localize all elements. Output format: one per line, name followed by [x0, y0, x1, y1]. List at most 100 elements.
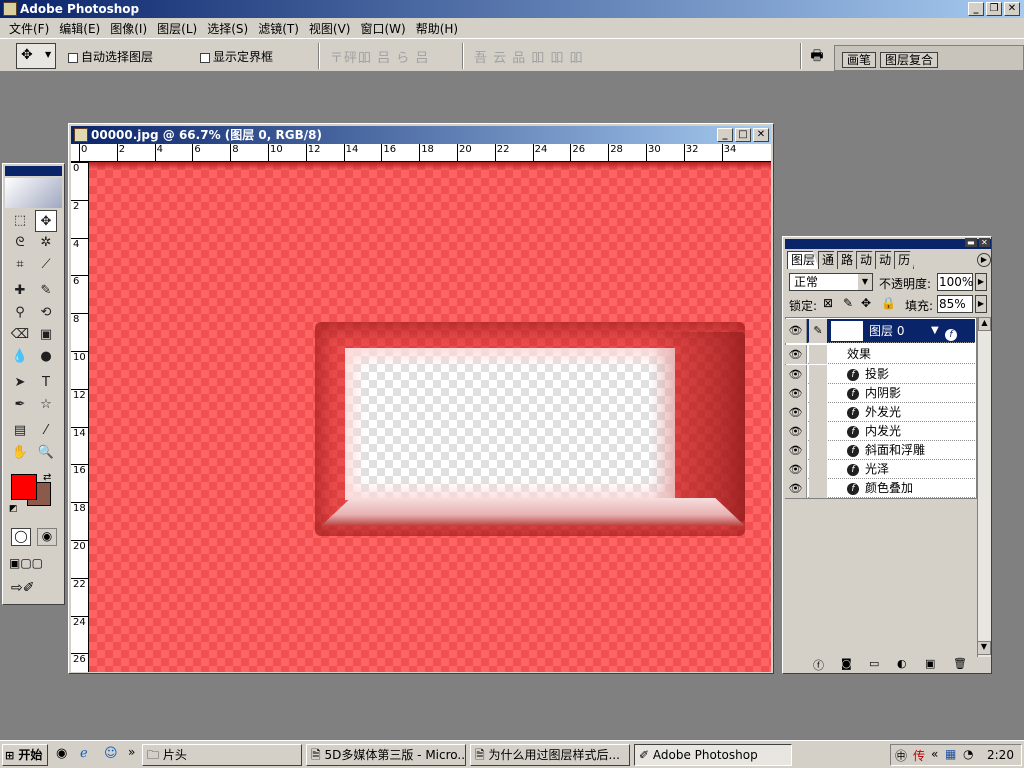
- menu-help[interactable]: 帮助(H): [411, 20, 463, 37]
- visibility-eye-icon[interactable]: 👁: [785, 479, 807, 498]
- shape-tool-icon[interactable]: ☆: [35, 394, 57, 416]
- menu-filter[interactable]: 滤镜(T): [253, 20, 304, 37]
- distribute-buttons[interactable]: 吾 云 品 吅 吅 吅: [474, 47, 584, 66]
- taskbar-button-photoshop[interactable]: ✐ Adobe Photoshop: [634, 744, 792, 766]
- close-button[interactable]: ✕: [1004, 2, 1020, 16]
- opacity-arrow-icon[interactable]: ▶: [975, 273, 987, 291]
- effect-row[interactable]: 👁 f 外发光: [785, 403, 975, 422]
- scroll-down-icon[interactable]: ▼: [977, 641, 991, 655]
- tab-history[interactable]: 动: [856, 251, 877, 269]
- layers-scrollbar[interactable]: ▲: [977, 317, 991, 657]
- tray-expand-icon[interactable]: «: [931, 747, 938, 761]
- menu-image[interactable]: 图像(I): [105, 20, 152, 37]
- visibility-eye-icon[interactable]: 👁: [785, 460, 807, 479]
- effect-row[interactable]: 👁 f 斜面和浮雕: [785, 441, 975, 460]
- blend-mode-select[interactable]: 正常 ▼: [789, 273, 873, 291]
- scroll-up-icon[interactable]: ▲: [978, 317, 991, 331]
- effect-row[interactable]: 👁 f 光泽: [785, 460, 975, 479]
- default-colors-icon[interactable]: ◩: [9, 504, 18, 514]
- quicklaunch-ie-icon[interactable]: ℯ: [80, 746, 88, 761]
- new-layer-icon[interactable]: ▣: [925, 657, 935, 670]
- tab-actions[interactable]: 动: [875, 251, 896, 269]
- brushes-tab[interactable]: 画笔: [842, 52, 877, 68]
- slice-tool-icon[interactable]: ⟋: [35, 254, 57, 276]
- lock-transparency-icon[interactable]: ⊠: [823, 296, 833, 310]
- taskbar-button-word-1[interactable]: 🗎 5D多媒体第三版 - Micro...: [306, 744, 466, 766]
- hand-tool-icon[interactable]: ✋: [9, 442, 31, 464]
- menu-window[interactable]: 窗口(W): [355, 20, 410, 37]
- fill-arrow-icon[interactable]: ▶: [975, 295, 987, 313]
- image-canvas[interactable]: [89, 162, 771, 672]
- add-style-icon[interactable]: ⓕ: [813, 657, 824, 673]
- visibility-eye-icon[interactable]: 👁: [785, 345, 807, 364]
- add-mask-icon[interactable]: ◙: [841, 657, 852, 670]
- notes-tool-icon[interactable]: ▤: [9, 420, 31, 442]
- visibility-eye-icon[interactable]: 👁: [785, 365, 807, 384]
- brush-link-icon[interactable]: ✎: [809, 319, 827, 343]
- healing-brush-icon[interactable]: ✚: [9, 280, 31, 302]
- effect-row[interactable]: 👁 f 投影: [785, 365, 975, 384]
- align-buttons[interactable]: 〒砰吅 吕 ら 吕: [330, 47, 429, 66]
- taskbar-button-word-2[interactable]: 🗎 为什么用过图层样式后...: [470, 744, 630, 766]
- marquee-tool-icon[interactable]: ⬚: [9, 210, 31, 232]
- foreground-color-swatch[interactable]: [11, 474, 37, 500]
- magic-wand-icon[interactable]: ✲: [35, 232, 57, 254]
- lock-pixels-icon[interactable]: ✎: [843, 296, 853, 310]
- path-selection-icon[interactable]: ➤: [9, 372, 31, 394]
- standard-mode-icon[interactable]: ◯: [11, 528, 31, 546]
- layer-comps-tab[interactable]: 图层复合: [880, 52, 939, 68]
- eyedropper-icon[interactable]: ⁄: [35, 420, 57, 442]
- visibility-eye-icon[interactable]: 👁: [785, 384, 807, 403]
- tray-network-icon[interactable]: ▦: [945, 747, 956, 761]
- lock-position-icon[interactable]: ✥: [861, 296, 871, 310]
- show-bounds-checkbox[interactable]: 显示定界框: [200, 48, 273, 65]
- doc-close-button[interactable]: ✕: [753, 128, 769, 142]
- visibility-eye-icon[interactable]: 👁: [785, 403, 807, 422]
- jump-to-imageready-icon[interactable]: ⇨✐: [11, 580, 34, 596]
- palette-minimize-icon[interactable]: ▬: [965, 238, 977, 247]
- effect-row[interactable]: 👁 f 内阴影: [785, 384, 975, 403]
- checkbox-box[interactable]: [200, 52, 210, 63]
- zoom-tool-icon[interactable]: 🔍: [35, 442, 57, 464]
- file-browser-icon[interactable]: 🖶: [806, 45, 828, 65]
- quicklaunch-messenger-icon[interactable]: ☺: [104, 746, 118, 761]
- checkbox-box[interactable]: [68, 52, 78, 63]
- effect-row[interactable]: 👁 f 内发光: [785, 422, 975, 441]
- tab-paths[interactable]: 路: [837, 251, 858, 269]
- lock-all-icon[interactable]: 🔒: [881, 296, 896, 310]
- visibility-eye-icon[interactable]: 👁: [785, 441, 807, 460]
- document-title-bar[interactable]: 00000.jpg @ 66.7% (图层 0, RGB/8) _ □ ✕: [71, 126, 771, 144]
- new-group-icon[interactable]: ▭: [869, 657, 879, 670]
- effects-row[interactable]: 👁 效果: [785, 345, 975, 364]
- menu-view[interactable]: 视图(V): [304, 20, 356, 37]
- palette-menu-icon[interactable]: ▶: [977, 253, 991, 267]
- quicklaunch-browser-icon[interactable]: ◉: [56, 746, 67, 761]
- pen-tool-icon[interactable]: ✒: [9, 394, 31, 416]
- screen-mode-icons[interactable]: ▣▢▢: [9, 556, 43, 570]
- start-button[interactable]: ⊞ 开始: [2, 744, 48, 766]
- type-tool-icon[interactable]: T: [35, 372, 57, 394]
- minimize-button[interactable]: _: [968, 2, 984, 16]
- dodge-tool-icon[interactable]: ●: [35, 346, 57, 368]
- doc-minimize-button[interactable]: _: [717, 128, 733, 142]
- tray-ime-icon[interactable]: 传: [913, 747, 925, 764]
- menu-layer[interactable]: 图层(L): [152, 20, 202, 37]
- menu-file[interactable]: 文件(F): [4, 20, 54, 37]
- doc-maximize-button[interactable]: □: [735, 128, 751, 142]
- menu-select[interactable]: 选择(S): [202, 20, 253, 37]
- crop-tool-icon[interactable]: ⌗: [9, 254, 31, 276]
- quick-mask-icon[interactable]: ◉: [37, 528, 57, 546]
- history-brush-icon[interactable]: ⟲: [35, 302, 57, 324]
- trash-icon[interactable]: 🗑: [953, 657, 967, 670]
- eraser-tool-icon[interactable]: ⌫: [9, 324, 31, 346]
- lasso-tool-icon[interactable]: ᘓ: [9, 232, 31, 254]
- chevron-down-icon[interactable]: ▼: [858, 274, 872, 290]
- gradient-tool-icon[interactable]: ▣: [35, 324, 57, 346]
- brush-tool-icon[interactable]: ✎: [35, 280, 57, 302]
- swap-colors-icon[interactable]: ⇄: [43, 472, 51, 483]
- visibility-eye-icon[interactable]: 👁: [785, 319, 807, 343]
- layer-row-layer0[interactable]: 👁 ✎ 图层 0 ▼ f: [785, 319, 975, 343]
- fill-input[interactable]: 85%: [937, 295, 973, 313]
- tab-layers[interactable]: 图层: [787, 251, 820, 269]
- adjustment-layer-icon[interactable]: ◐: [897, 657, 907, 670]
